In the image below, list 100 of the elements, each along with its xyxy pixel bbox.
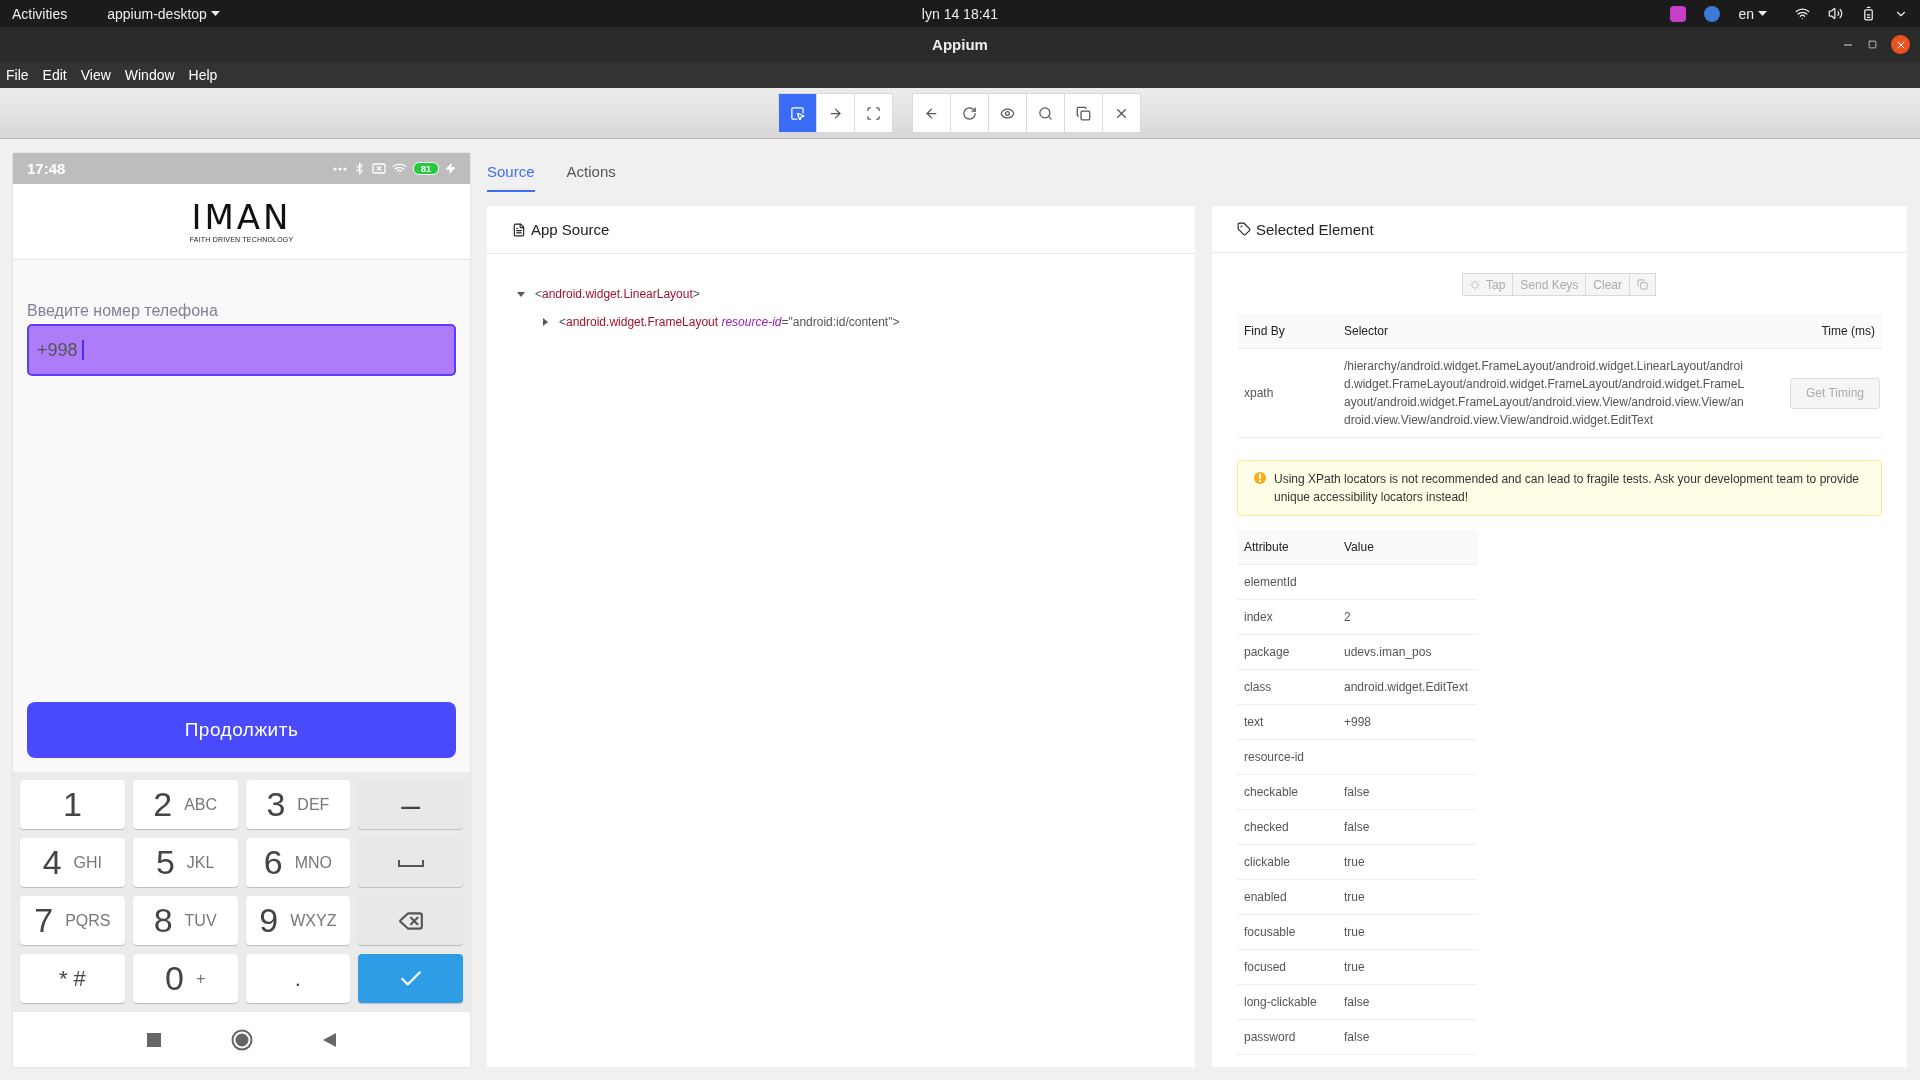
refresh-icon bbox=[962, 105, 977, 121]
keyboard-key[interactable]: 5 JKL bbox=[132, 838, 238, 887]
restore-icon[interactable] bbox=[1868, 40, 1877, 49]
table-cell: false bbox=[1337, 985, 1477, 1021]
menu-item[interactable]: Edit bbox=[42, 67, 67, 83]
table-cell: false bbox=[1337, 810, 1477, 846]
menu-item[interactable]: Help bbox=[188, 67, 218, 83]
table-cell: class bbox=[1237, 670, 1337, 706]
caret-down-icon bbox=[210, 10, 220, 17]
backspace-key[interactable] bbox=[358, 896, 463, 945]
language-menu[interactable]: en bbox=[1738, 5, 1767, 22]
battery-icon[interactable] bbox=[1861, 6, 1876, 21]
copy-icon bbox=[1076, 105, 1091, 121]
keyboard-key[interactable]: 9 WXYZ bbox=[245, 896, 351, 945]
table-cell: enabled bbox=[1237, 880, 1337, 916]
warning-icon bbox=[1254, 472, 1266, 485]
keyboard-key[interactable]: * # bbox=[20, 954, 125, 1003]
table-cell: text bbox=[1237, 705, 1337, 741]
toolbar-button[interactable] bbox=[1026, 93, 1065, 133]
table-cell: focused bbox=[1237, 950, 1337, 986]
cursor-box-icon bbox=[790, 105, 805, 121]
document-icon bbox=[512, 222, 526, 237]
menu-item[interactable]: View bbox=[80, 67, 111, 83]
column-header: Find By bbox=[1237, 314, 1337, 350]
spinner-icon bbox=[1469, 280, 1480, 290]
selector-text: /hierarchy/android.widget.FrameLayout/android.widget.LinearLayout/android.widget.FrameLayout/android.widget.FrameLayout/android.widget.FrameLayout/android.widget.FrameLayout/android.view.View/android.view.View/android.view.View/android.view.View/android.widget.EditText bbox=[1337, 349, 1752, 439]
table-cell: true bbox=[1337, 845, 1477, 881]
back-icon[interactable] bbox=[323, 1032, 336, 1047]
table-cell: true bbox=[1337, 950, 1477, 986]
eye-icon bbox=[1000, 105, 1015, 121]
battery-level: 81 bbox=[413, 162, 439, 175]
keyboard-key[interactable]: 2 ABC bbox=[132, 780, 238, 829]
toolbar-button[interactable] bbox=[778, 93, 817, 133]
tab[interactable]: Source bbox=[487, 163, 535, 192]
toolbar-button[interactable] bbox=[988, 93, 1027, 133]
column-header: Value bbox=[1337, 530, 1477, 566]
tree-node-label[interactable]: <android.widget.LinearLayout> bbox=[535, 287, 700, 301]
wifi-icon[interactable] bbox=[1795, 6, 1810, 21]
table-cell: checkable bbox=[1237, 775, 1337, 811]
keyboard-key[interactable]: 1 bbox=[20, 780, 125, 829]
field-label: Введите номер телефона bbox=[27, 302, 219, 320]
toolbar-button[interactable] bbox=[950, 93, 989, 133]
tree-node-label[interactable]: <android.widget.FrameLayout resource-id="android:id/content"> bbox=[559, 315, 900, 329]
table-cell: true bbox=[1337, 880, 1477, 916]
column-header: Attribute bbox=[1237, 530, 1337, 566]
arrow-right-icon bbox=[828, 105, 843, 121]
continue-button[interactable]: Продолжить bbox=[27, 702, 456, 758]
table-cell: false bbox=[1337, 775, 1477, 811]
logo: IMAN bbox=[191, 200, 292, 234]
warning-text: Using XPath locators is not recommended and can lead to fragile tests. Ask your development team to provide unique accessibility locators instead! bbox=[1274, 471, 1860, 507]
volume-icon[interactable] bbox=[1828, 6, 1843, 21]
caret-down-icon[interactable] bbox=[517, 290, 525, 298]
table-cell: index bbox=[1237, 600, 1337, 636]
app-indicator-icon[interactable] bbox=[1704, 5, 1721, 22]
column-header: Selector bbox=[1337, 314, 1752, 350]
stop-icon[interactable] bbox=[147, 1032, 161, 1047]
keyboard-key[interactable]: 6 MNO bbox=[245, 838, 351, 887]
table-cell: resource-id bbox=[1237, 740, 1337, 776]
keyboard-key[interactable]: 4 GHI bbox=[20, 838, 125, 887]
table-cell: false bbox=[1337, 1020, 1477, 1056]
tab[interactable]: Actions bbox=[566, 163, 616, 192]
dots-icon bbox=[333, 166, 347, 171]
keyboard-key[interactable]: 0 + bbox=[132, 954, 238, 1003]
table-cell: long-clickable bbox=[1237, 985, 1337, 1021]
menu-item[interactable]: Window bbox=[124, 67, 175, 83]
keyboard-key[interactable]: 8 TUV bbox=[132, 896, 238, 945]
keyboard-key[interactable]: 3 DEF bbox=[245, 780, 351, 829]
app-indicator-icon[interactable] bbox=[1670, 5, 1687, 22]
toolbar-button[interactable] bbox=[1064, 93, 1103, 133]
table-cell: package bbox=[1237, 635, 1337, 671]
keyboard-key[interactable]: 7 PQRS bbox=[20, 896, 125, 945]
keyboard-key[interactable]: . bbox=[245, 954, 351, 1003]
activities-button[interactable]: Activities bbox=[12, 5, 68, 22]
frame-icon bbox=[866, 105, 881, 121]
search-icon bbox=[1038, 105, 1053, 121]
copy-icon bbox=[1637, 279, 1649, 291]
table-cell: true bbox=[1337, 915, 1477, 951]
phone-time: 17:48 bbox=[27, 160, 66, 177]
home-icon[interactable] bbox=[231, 1028, 253, 1051]
space-icon bbox=[397, 858, 424, 867]
table-cell: focusable bbox=[1237, 915, 1337, 951]
clock[interactable]: lyn 14 18:41 bbox=[921, 5, 999, 22]
window-title: Appium bbox=[932, 36, 988, 53]
sim-icon bbox=[372, 163, 386, 174]
toolbar-button[interactable] bbox=[854, 93, 893, 133]
table-cell: xpath bbox=[1237, 349, 1337, 439]
table-cell: password bbox=[1237, 1020, 1337, 1056]
table-cell: udevs.iman_pos bbox=[1337, 635, 1477, 671]
app-menu[interactable]: appium-desktop bbox=[107, 5, 220, 22]
caret-right-icon[interactable] bbox=[541, 318, 549, 326]
wifi-icon bbox=[392, 161, 407, 176]
table-cell: +998 bbox=[1337, 705, 1477, 741]
panel-title: Selected Element bbox=[1256, 220, 1374, 238]
tag-icon bbox=[1237, 222, 1251, 237]
keyboard-key[interactable]: – bbox=[358, 780, 463, 829]
table-cell: elementId bbox=[1237, 565, 1337, 601]
column-header: Time (ms) bbox=[1752, 314, 1882, 350]
close-button[interactable] bbox=[1891, 35, 1910, 54]
menu-item[interactable]: File bbox=[6, 67, 29, 83]
table-cell: clickable bbox=[1237, 845, 1337, 881]
